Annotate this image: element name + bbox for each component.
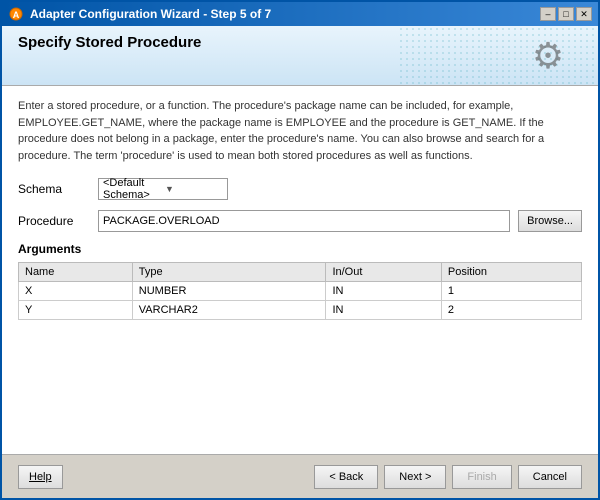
- table-header-row: Name Type In/Out Position: [19, 263, 582, 282]
- footer: Help < Back Next > Finish Cancel: [2, 454, 598, 498]
- schema-dropdown[interactable]: <Default Schema> ▼: [98, 178, 228, 200]
- back-button[interactable]: < Back: [314, 465, 378, 489]
- arguments-section: Arguments Name Type In/Out Position XNUM…: [18, 242, 582, 320]
- dropdown-arrow-icon: ▼: [165, 184, 223, 194]
- cell-inout: IN: [326, 282, 441, 301]
- col-type: Type: [132, 263, 326, 282]
- gear-icon: ⚙: [532, 35, 564, 77]
- cell-position: 2: [441, 301, 581, 320]
- window-controls: – □ ✕: [540, 7, 592, 21]
- col-inout: In/Out: [326, 263, 441, 282]
- table-body: XNUMBERIN1YVARCHAR2IN2: [19, 282, 582, 320]
- table-row: YVARCHAR2IN2: [19, 301, 582, 320]
- procedure-row: Procedure Browse...: [18, 210, 582, 232]
- footer-left: Help: [18, 465, 63, 489]
- table-header: Name Type In/Out Position: [19, 263, 582, 282]
- procedure-label: Procedure: [18, 214, 90, 228]
- schema-label: Schema: [18, 182, 90, 196]
- description-text: Enter a stored procedure, or a function.…: [18, 98, 582, 164]
- next-button[interactable]: Next >: [384, 465, 446, 489]
- content-area: Enter a stored procedure, or a function.…: [2, 86, 598, 454]
- table-row: XNUMBERIN1: [19, 282, 582, 301]
- window-icon: A: [8, 6, 24, 22]
- title-bar: A Adapter Configuration Wizard - Step 5 …: [2, 2, 598, 26]
- cancel-button[interactable]: Cancel: [518, 465, 582, 489]
- header-area: Specify Stored Procedure ⚙: [2, 26, 598, 86]
- arguments-label: Arguments: [18, 242, 582, 256]
- header-graphic: ⚙: [508, 28, 588, 83]
- cell-type: VARCHAR2: [132, 301, 326, 320]
- wizard-window: A Adapter Configuration Wizard - Step 5 …: [0, 0, 600, 500]
- col-position: Position: [441, 263, 581, 282]
- finish-button[interactable]: Finish: [452, 465, 511, 489]
- cell-name: Y: [19, 301, 133, 320]
- cell-type: NUMBER: [132, 282, 326, 301]
- schema-value: <Default Schema>: [103, 177, 161, 201]
- maximize-button[interactable]: □: [558, 7, 574, 21]
- schema-row: Schema <Default Schema> ▼: [18, 178, 582, 200]
- minimize-button[interactable]: –: [540, 7, 556, 21]
- window-title: Adapter Configuration Wizard - Step 5 of…: [30, 7, 534, 21]
- svg-text:A: A: [13, 10, 20, 20]
- cell-name: X: [19, 282, 133, 301]
- cell-inout: IN: [326, 301, 441, 320]
- col-name: Name: [19, 263, 133, 282]
- arguments-table: Name Type In/Out Position XNUMBERIN1YVAR…: [18, 262, 582, 320]
- help-button[interactable]: Help: [18, 465, 63, 489]
- footer-right: < Back Next > Finish Cancel: [314, 465, 582, 489]
- cell-position: 1: [441, 282, 581, 301]
- browse-button[interactable]: Browse...: [518, 210, 582, 232]
- procedure-input[interactable]: [98, 210, 510, 232]
- close-button[interactable]: ✕: [576, 7, 592, 21]
